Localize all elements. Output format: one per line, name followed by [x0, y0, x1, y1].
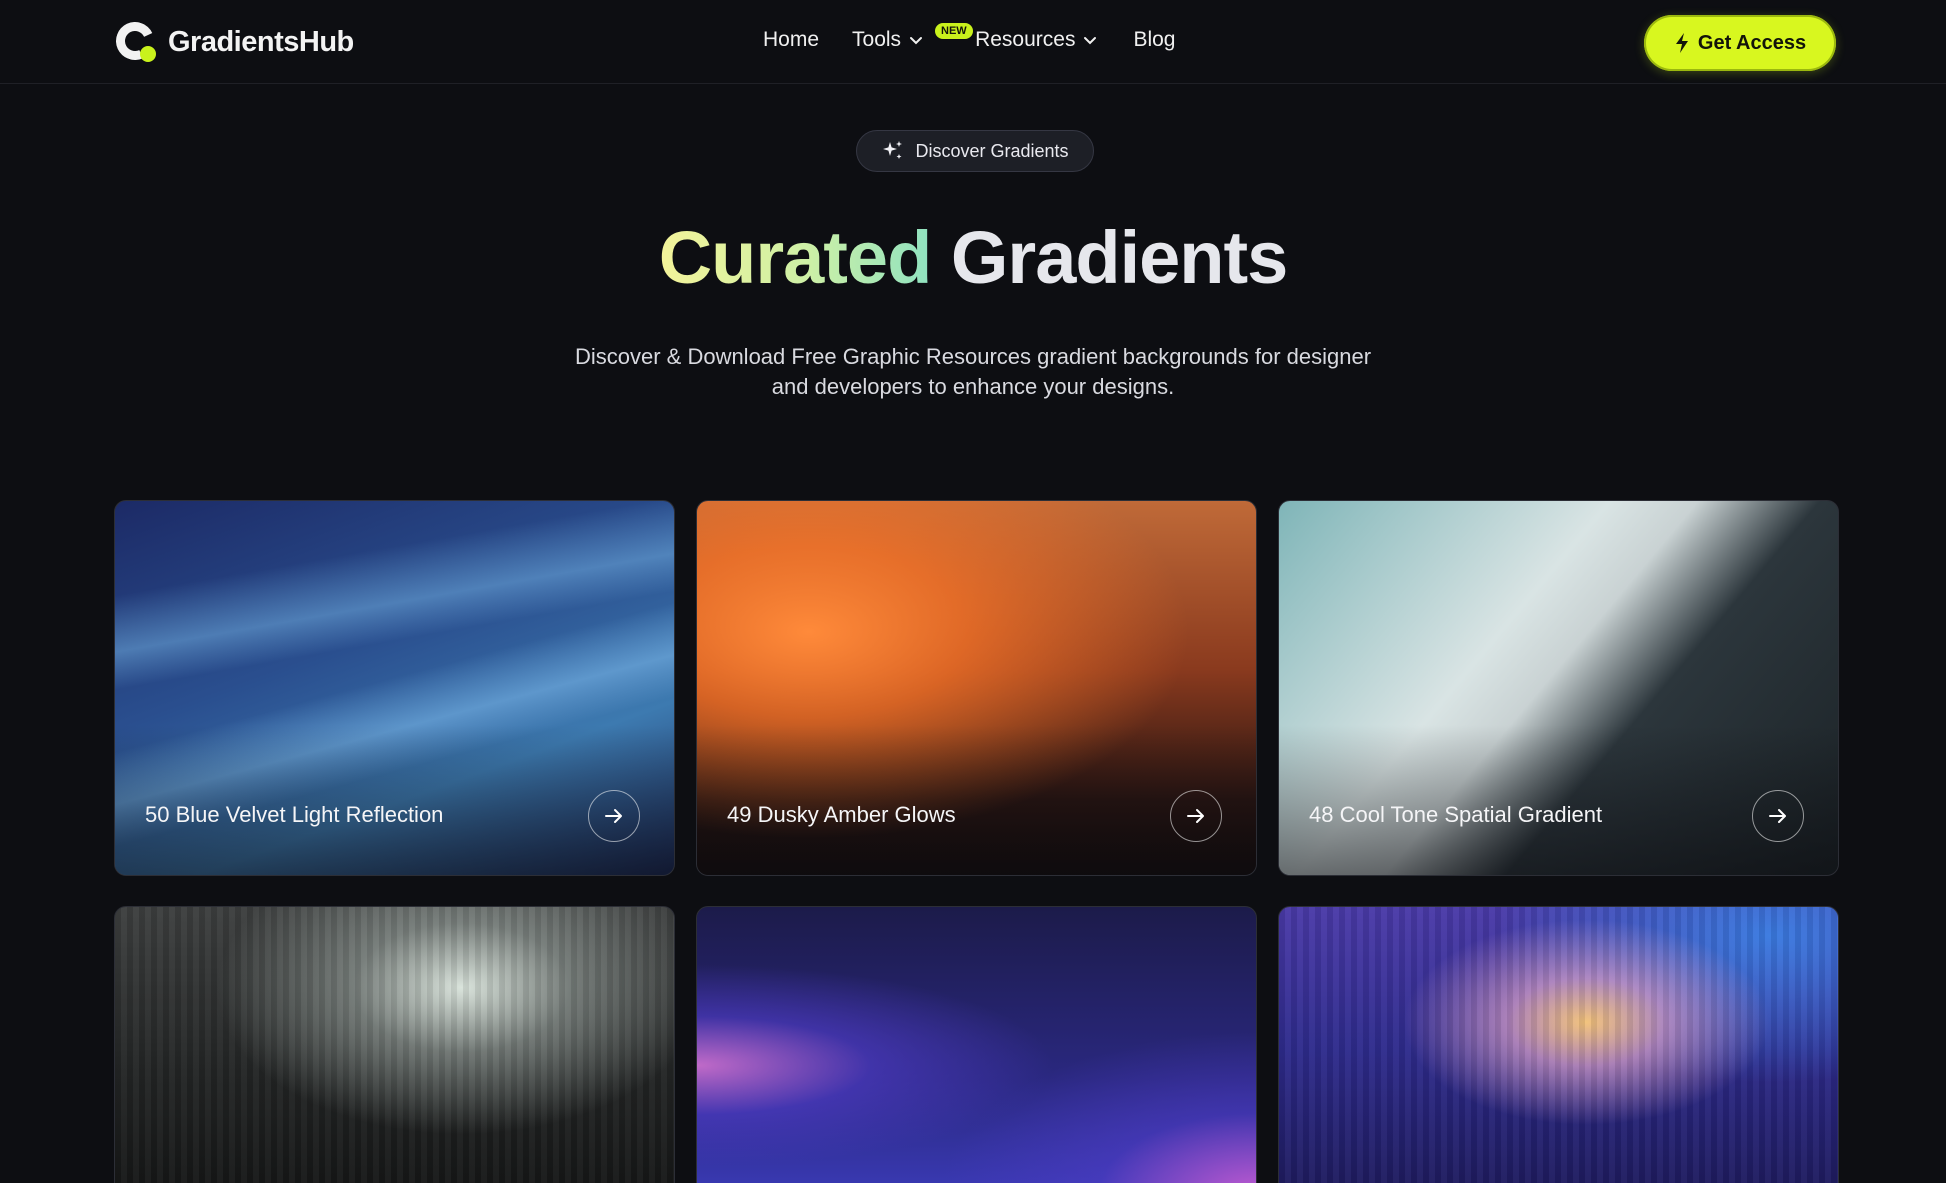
card-open-button[interactable]: [1752, 790, 1804, 842]
nav-tools[interactable]: Tools: [852, 28, 923, 52]
arrow-right-icon: [1187, 809, 1204, 823]
logo-icon: [110, 16, 160, 66]
get-access-label: Get Access: [1697, 31, 1807, 54]
sparkle-icon: [883, 141, 903, 159]
site-header: GradientsHub Home Tools Resources Blog N…: [0, 0, 1946, 84]
chevron-down-icon: [910, 37, 923, 45]
brand-name: GradientsHub: [168, 25, 354, 58]
card-title: 50 Blue Velvet Light Reflection: [145, 802, 444, 827]
nav-resources[interactable]: Resources: [975, 28, 1097, 52]
nav-home[interactable]: Home: [763, 28, 819, 52]
gradient-card[interactable]: 49 Dusky Amber Glows: [696, 500, 1257, 876]
page-title: Curated Gradients: [0, 215, 1946, 300]
title-accent: Curated: [658, 216, 933, 299]
nav-blog[interactable]: Blog: [1133, 28, 1175, 52]
card-open-button[interactable]: [1170, 790, 1222, 842]
subtitle-line-2: and developers to enhance your designs.: [771, 374, 1175, 399]
gradient-card[interactable]: [696, 906, 1257, 1183]
gradient-card[interactable]: 50 Blue Velvet Light Reflection: [114, 500, 675, 876]
brand-logo[interactable]: GradientsHub: [110, 16, 354, 66]
card-open-button[interactable]: [588, 790, 640, 842]
chevron-down-icon: [1084, 37, 1097, 45]
arrow-right-icon: [1769, 809, 1786, 823]
gradient-card[interactable]: 48 Cool Tone Spatial Gradient: [1278, 500, 1839, 876]
nav-tools-label: Tools: [852, 28, 902, 51]
gradient-card[interactable]: [1278, 906, 1839, 1183]
main-nav: Home Tools Resources Blog NEW: [763, 23, 1208, 52]
card-title: 49 Dusky Amber Glows: [727, 802, 956, 827]
nav-resources-label: Resources: [975, 28, 1076, 51]
title-rest: Gradients: [950, 216, 1288, 299]
nav-home-label: Home: [763, 28, 820, 51]
discover-pill[interactable]: Discover Gradients: [856, 130, 1094, 172]
hero-subtitle: Discover & Download Free Graphic Resourc…: [473, 342, 1473, 402]
discover-pill-label: Discover Gradients: [915, 140, 1069, 161]
gradient-card[interactable]: [114, 906, 675, 1183]
arrow-right-icon: [605, 809, 622, 823]
subtitle-line-1: Discover & Download Free Graphic Resourc…: [574, 344, 1372, 369]
nav-blog-label: Blog: [1133, 28, 1176, 51]
tools-new-badge: NEW: [935, 23, 973, 39]
card-title: 48 Cool Tone Spatial Gradient: [1309, 802, 1603, 827]
bolt-icon: [1675, 33, 1688, 53]
get-access-button[interactable]: Get Access: [1644, 15, 1836, 71]
